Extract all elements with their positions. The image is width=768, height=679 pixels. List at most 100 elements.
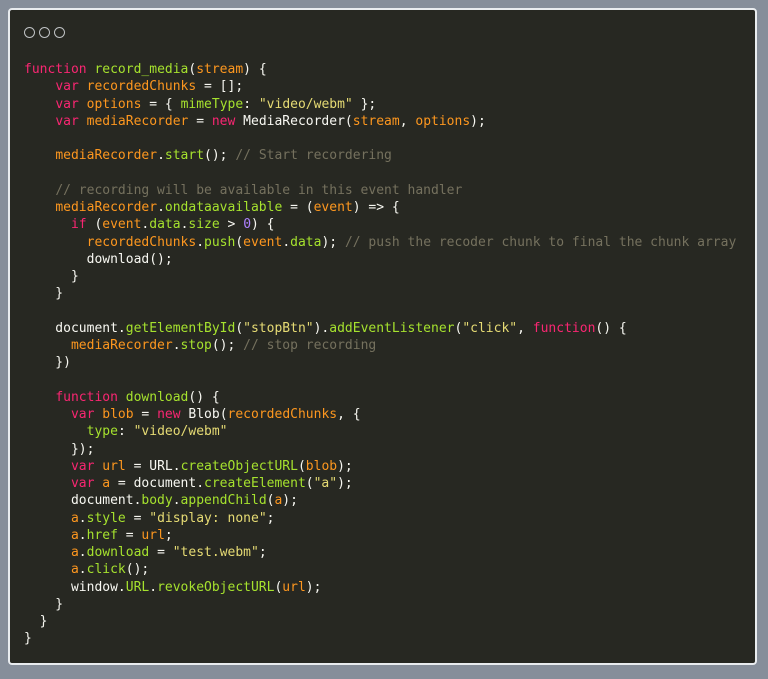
code-token: = xyxy=(117,527,142,543)
code-token: "stopBtn" xyxy=(243,320,314,336)
code-token: ); xyxy=(305,579,322,595)
code-token: }) xyxy=(24,355,71,371)
code-token: data xyxy=(149,217,181,233)
code-line: window.URL.revokeObjectURL(url); xyxy=(24,579,736,596)
code-line: a.href = url; xyxy=(24,527,736,544)
code-token: mimeType xyxy=(180,96,244,112)
code-line: var blob = new Blob(recordedChunks, { xyxy=(24,406,736,423)
code-token: document. xyxy=(24,493,142,509)
code-token: ) { xyxy=(243,62,267,77)
code-token: var xyxy=(70,407,95,422)
code-line: var mediaRecorder = new MediaRecorder(st… xyxy=(24,113,736,130)
code-token: blob xyxy=(102,407,134,422)
code-token: (); xyxy=(204,148,236,164)
code-token: = { xyxy=(141,96,181,112)
code-token: a xyxy=(102,476,111,491)
code-token: MediaRecorder( xyxy=(235,113,353,129)
code-token: // recording will be available in this e… xyxy=(55,182,463,198)
code-token: , xyxy=(517,320,533,336)
code-token: ); xyxy=(337,458,353,474)
code-line: } xyxy=(24,613,736,630)
code-line: var a = document.createElement("a"); xyxy=(24,475,736,492)
code-token: push xyxy=(204,234,236,250)
code-token: // stop recording xyxy=(243,338,377,353)
code-token: stop xyxy=(180,338,212,353)
code-line: function download() { xyxy=(24,389,736,406)
code-token: } xyxy=(24,596,64,612)
code-token: stream xyxy=(196,62,244,77)
code-token: ( xyxy=(305,476,314,491)
code-token: if xyxy=(70,217,87,233)
code-token: size xyxy=(188,217,220,233)
code-line: a.style = "display: none"; xyxy=(24,510,736,527)
code-token: click xyxy=(86,562,126,578)
code-token: options xyxy=(86,96,142,112)
code-line: download(); xyxy=(24,251,736,268)
code-token: ( xyxy=(235,320,244,336)
code-token: appendChild xyxy=(180,493,267,509)
code-token: url xyxy=(141,527,165,543)
code-token: download xyxy=(125,389,189,405)
code-token: options xyxy=(415,113,471,129)
code-token: url xyxy=(102,458,126,474)
code-token: var xyxy=(55,113,79,129)
maximize-icon[interactable] xyxy=(54,27,65,38)
code-token: : xyxy=(243,96,259,112)
code-token: , { xyxy=(337,407,361,422)
code-token: Blob( xyxy=(180,407,228,422)
code-block: function record_media(stream) { var reco… xyxy=(24,61,736,648)
code-token: ). xyxy=(313,320,330,336)
code-token: . xyxy=(149,579,158,595)
code-token: . xyxy=(78,545,87,560)
code-token: . xyxy=(196,234,205,250)
code-token: body xyxy=(141,493,173,509)
code-token: stream xyxy=(352,113,400,129)
code-token: } xyxy=(24,286,64,302)
code-token: event xyxy=(313,200,353,215)
code-token: }); xyxy=(24,441,95,457)
code-token: = ( xyxy=(282,200,314,215)
code-line: document.body.appendChild(a); xyxy=(24,492,736,509)
code-line: // recording will be available in this e… xyxy=(24,182,736,199)
code-token: recordedChunks xyxy=(86,234,197,250)
code-line: } xyxy=(24,596,736,613)
code-token: new xyxy=(211,113,236,129)
code-token: = []; xyxy=(196,79,244,95)
code-line: document.getElementById("stopBtn").addEv… xyxy=(24,320,736,337)
minimize-icon[interactable] xyxy=(39,27,50,38)
code-token: var xyxy=(55,79,79,95)
code-token: , xyxy=(399,113,416,129)
code-line: } xyxy=(24,285,736,302)
code-line: if (event.data.size > 0) { xyxy=(24,216,736,233)
code-token: mediaRecorder xyxy=(55,200,158,215)
code-token: } xyxy=(24,269,79,284)
code-line: mediaRecorder.start(); // Start recorder… xyxy=(24,147,736,164)
code-token: function xyxy=(24,62,87,77)
close-icon[interactable] xyxy=(24,27,35,38)
code-token: var xyxy=(55,96,79,112)
code-token: ondataavailable xyxy=(164,200,283,215)
code-token: "click" xyxy=(462,320,518,336)
code-token: . xyxy=(157,148,165,164)
code-token: revokeObjectURL xyxy=(157,579,275,595)
code-token: addEventListener xyxy=(329,320,455,336)
code-token: ( xyxy=(86,217,103,233)
code-token: . xyxy=(78,527,87,543)
code-token: (); xyxy=(125,562,150,578)
code-token: a xyxy=(70,527,79,543)
code-token: // Start recordering xyxy=(235,148,392,164)
code-token: "a" xyxy=(313,476,338,491)
